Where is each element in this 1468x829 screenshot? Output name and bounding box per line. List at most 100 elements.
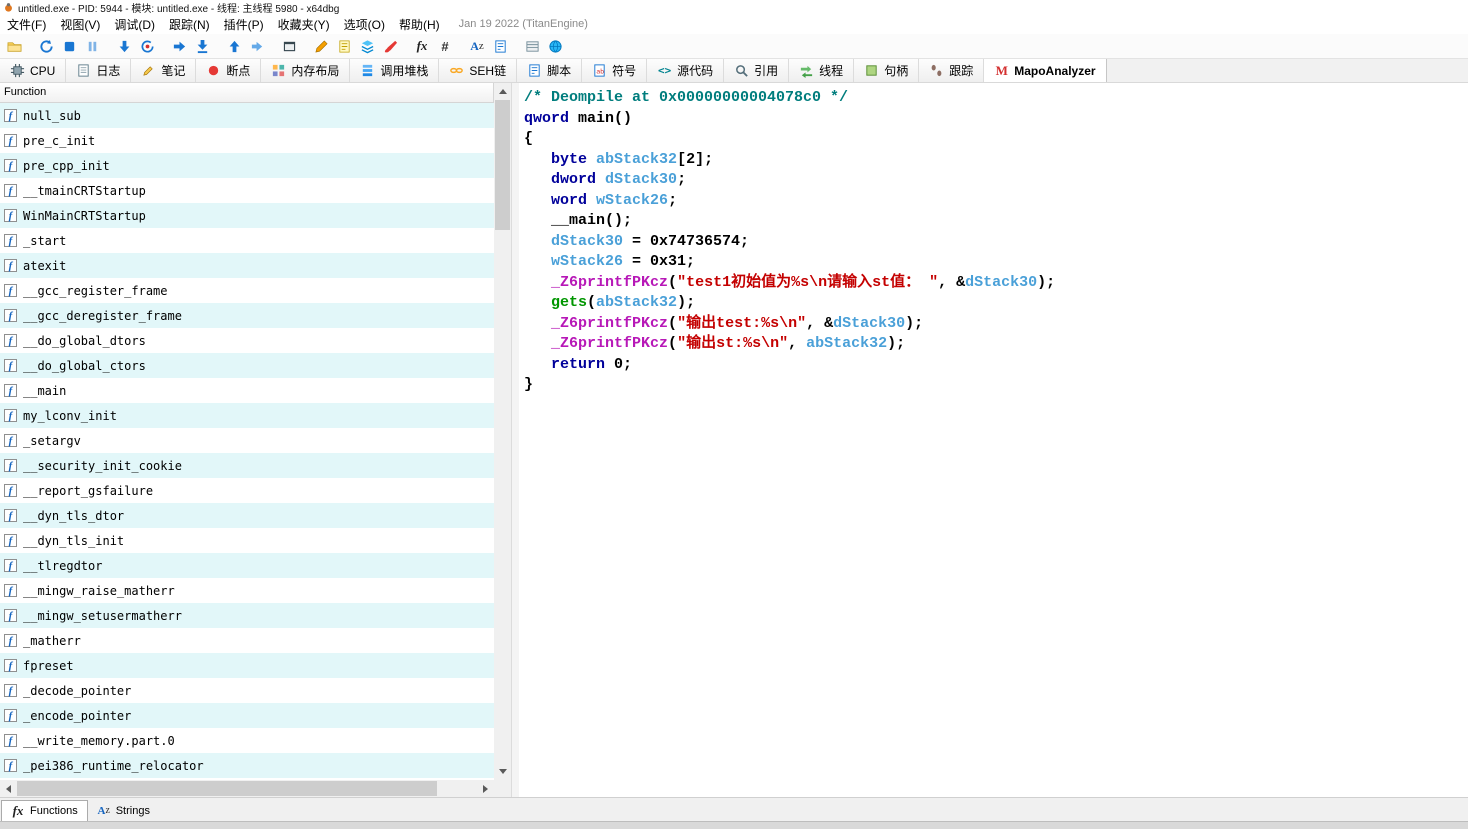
- stop-button[interactable]: [58, 35, 80, 57]
- step-out-button[interactable]: [223, 35, 245, 57]
- function-list-item[interactable]: f __write_memory.part.0: [0, 728, 494, 753]
- function-list-item[interactable]: f __gcc_deregister_frame: [0, 303, 494, 328]
- execute-till-return-button[interactable]: [191, 35, 213, 57]
- menu-debug[interactable]: 调试(D): [107, 16, 162, 34]
- function-name: pre_cpp_init: [23, 158, 110, 173]
- function-list-item[interactable]: f atexit: [0, 253, 494, 278]
- function-list-item[interactable]: f pre_c_init: [0, 128, 494, 153]
- functions-horizontal-scrollbar[interactable]: [0, 780, 494, 797]
- scroll-down-button[interactable]: [494, 763, 511, 780]
- function-list-item[interactable]: f __main: [0, 378, 494, 403]
- function-list-item[interactable]: f __tmainCRTStartup: [0, 178, 494, 203]
- fx-button[interactable]: fx: [411, 35, 433, 57]
- functions-panel: Function f null_sub f pre_c_init f pre_cpp_in…: [0, 83, 511, 797]
- function-list-item[interactable]: f __report_gsfailure: [0, 478, 494, 503]
- pencil-button[interactable]: [310, 35, 332, 57]
- run-to-user-button[interactable]: [136, 35, 158, 57]
- tab-trace[interactable]: 跟踪: [919, 59, 985, 82]
- function-list-item[interactable]: f fpreset: [0, 653, 494, 678]
- function-list-item[interactable]: f __gcc_register_frame: [0, 278, 494, 303]
- step-over-button[interactable]: [168, 35, 190, 57]
- tab-source[interactable]: <> 源代码: [647, 59, 725, 82]
- function-list-item[interactable]: f __do_global_dtors: [0, 328, 494, 353]
- tab-call-stack[interactable]: 调用堆栈: [350, 59, 440, 82]
- function-name: __dyn_tls_dtor: [23, 508, 125, 523]
- script-button[interactable]: [489, 35, 511, 57]
- tab-memory-map[interactable]: 内存布局: [261, 59, 351, 82]
- tab-seh-chain[interactable]: SEH链: [439, 59, 518, 82]
- menu-help[interactable]: 帮助(H): [392, 16, 447, 34]
- menu-file[interactable]: 文件(F): [0, 16, 53, 34]
- tab-references[interactable]: 引用: [724, 59, 790, 82]
- tab-mapoanalyzer[interactable]: M MapoAnalyzer: [984, 59, 1107, 82]
- tab-breakpoints[interactable]: 断点: [196, 59, 262, 82]
- function-name: __tmainCRTStartup: [23, 183, 146, 198]
- function-list-item[interactable]: f __tlregdtor: [0, 553, 494, 578]
- scroll-up-button[interactable]: [494, 83, 511, 100]
- function-list-item[interactable]: f __security_init_cookie: [0, 453, 494, 478]
- function-name: _setargv: [23, 433, 81, 448]
- panel-splitter[interactable]: [511, 83, 519, 797]
- scroll-left-button[interactable]: [0, 780, 17, 797]
- function-list-item[interactable]: f WinMainCRTStartup: [0, 203, 494, 228]
- code-segment: _Z6printfPKcz: [551, 335, 669, 352]
- code-segment: ;: [677, 171, 687, 188]
- font-button[interactable]: Az: [466, 35, 488, 57]
- execute-till-return-icon: [194, 38, 210, 54]
- function-list-item[interactable]: f _matherr: [0, 628, 494, 653]
- functions-vertical-scrollbar[interactable]: [494, 83, 511, 780]
- open-folder-button[interactable]: [3, 35, 25, 57]
- function-list-item[interactable]: f __mingw_raise_matherr: [0, 578, 494, 603]
- tab-notes[interactable]: 笔记: [131, 59, 197, 82]
- tab-log[interactable]: 日志: [66, 59, 132, 82]
- function-list-item[interactable]: f __dyn_tls_init: [0, 528, 494, 553]
- layers-button[interactable]: [356, 35, 378, 57]
- notes-button[interactable]: [333, 35, 355, 57]
- vertical-scroll-track[interactable]: [494, 100, 511, 763]
- tab-threads[interactable]: 线程: [789, 59, 855, 82]
- function-list-item[interactable]: f _setargv: [0, 428, 494, 453]
- pause-button[interactable]: [81, 35, 103, 57]
- cpu-icon: [10, 63, 25, 78]
- vertical-scroll-thumb[interactable]: [495, 100, 510, 230]
- restart-button[interactable]: [35, 35, 57, 57]
- function-list-item[interactable]: f __mingw_setusermatherr: [0, 603, 494, 628]
- tab-script[interactable]: 脚本: [517, 59, 583, 82]
- function-list-item[interactable]: f __dyn_tls_dtor: [0, 503, 494, 528]
- function-name: __report_gsfailure: [23, 483, 154, 498]
- menu-view[interactable]: 视图(V): [53, 16, 107, 34]
- hash-button[interactable]: #: [434, 35, 456, 57]
- function-list-item[interactable]: f _start: [0, 228, 494, 253]
- function-list-item[interactable]: f _encode_pointer: [0, 703, 494, 728]
- menu-favourites[interactable]: 收藏夹(Y): [271, 16, 337, 34]
- function-list-item[interactable]: f pre_cpp_init: [0, 153, 494, 178]
- menu-trace[interactable]: 跟踪(N): [162, 16, 217, 34]
- function-column-header[interactable]: Function: [0, 83, 494, 103]
- clean-button[interactable]: [379, 35, 401, 57]
- tab-handles[interactable]: 句柄: [854, 59, 920, 82]
- function-name: atexit: [23, 258, 67, 273]
- decompiler-view[interactable]: /* Deompile at 0x00000000004078c0 */ qwor…: [519, 83, 1468, 797]
- scroll-right-button[interactable]: [477, 780, 494, 797]
- memory-button[interactable]: [521, 35, 543, 57]
- code-segment: dStack30: [605, 171, 678, 188]
- globe-button[interactable]: [544, 35, 566, 57]
- function-list-item[interactable]: f my_lconv_init: [0, 403, 494, 428]
- tab-symbols[interactable]: ab 符号: [582, 59, 648, 82]
- bottom-tab-strings[interactable]: Az Strings: [88, 800, 159, 821]
- step-into-button[interactable]: [113, 35, 135, 57]
- function-list-item[interactable]: f _pei386_runtime_relocator: [0, 753, 494, 778]
- skip-exception-button[interactable]: [246, 35, 268, 57]
- function-list-item[interactable]: f _decode_pointer: [0, 678, 494, 703]
- bottom-tab-functions[interactable]: fx Functions: [1, 800, 88, 821]
- tab-cpu[interactable]: CPU: [0, 59, 67, 82]
- horizontal-scroll-thumb[interactable]: [17, 781, 437, 796]
- menu-plugins[interactable]: 插件(P): [217, 16, 271, 34]
- code-segment: main(): [569, 109, 633, 127]
- function-list-item[interactable]: f null_sub: [0, 103, 494, 128]
- menu-options[interactable]: 选项(O): [337, 16, 392, 34]
- debuggee-window-button[interactable]: [278, 35, 300, 57]
- horizontal-scroll-track[interactable]: [17, 780, 477, 797]
- function-list-item[interactable]: f __do_global_ctors: [0, 353, 494, 378]
